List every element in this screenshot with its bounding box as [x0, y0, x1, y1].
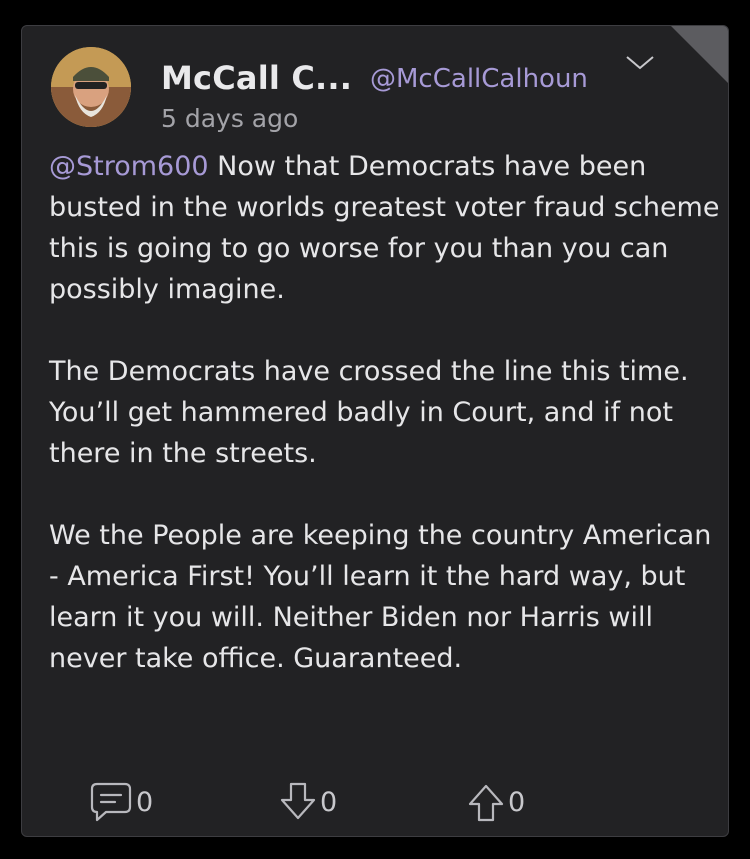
downvote-button[interactable]: 0: [278, 780, 337, 824]
comment-button[interactable]: 0: [88, 780, 153, 824]
author-handle[interactable]: @McCallCalhoun: [370, 64, 588, 94]
arrow-up-icon: [466, 780, 506, 824]
downvote-count: 0: [320, 786, 338, 818]
post-paragraph: @Strom600 Now that Democrats have been b…: [49, 146, 721, 310]
post-paragraph: We the People are keeping the country Am…: [49, 520, 712, 674]
upvote-button[interactable]: 0: [466, 780, 525, 824]
post-timestamp: 5 days ago: [161, 104, 299, 133]
upvote-count: 0: [508, 786, 526, 818]
arrow-down-icon: [278, 780, 318, 824]
avatar[interactable]: [51, 47, 131, 127]
post-card: McCall C... @McCallCalhoun 5 days ago @S…: [21, 25, 729, 837]
comment-icon: [88, 780, 134, 824]
mention-link[interactable]: @Strom600: [49, 151, 209, 182]
card-corner-fold: [671, 26, 728, 83]
author-name[interactable]: McCall C...: [161, 59, 352, 97]
post-actions: 0 0 0: [88, 780, 588, 824]
comment-count: 0: [136, 786, 154, 818]
post-body: @Strom600 Now that Democrats have been b…: [49, 146, 721, 720]
post-paragraph: The Democrats have crossed the line this…: [49, 356, 689, 469]
chevron-down-icon[interactable]: [623, 52, 657, 74]
